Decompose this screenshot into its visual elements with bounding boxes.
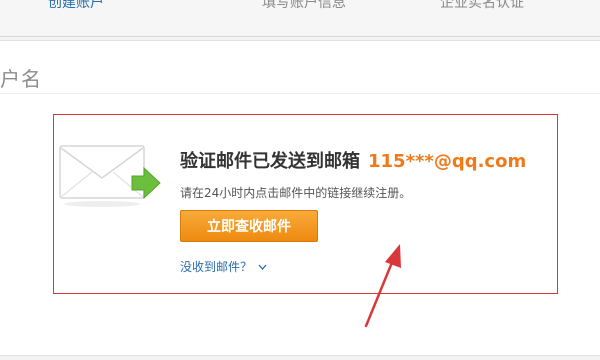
headline-text: 验证邮件已发送到邮箱 <box>180 151 360 172</box>
check-email-button[interactable]: 立即查收邮件 <box>180 210 318 242</box>
email-verification-notice: 验证邮件已发送到邮箱 115***@qq.com 请在24小时内点击邮件中的链接继… <box>53 114 558 294</box>
chevron-down-icon <box>258 264 267 270</box>
notice-headline: 验证邮件已发送到邮箱 115***@qq.com <box>180 147 526 173</box>
registration-step-bar: 创建账户 填写账户信息 企业实名认证 <box>0 0 600 37</box>
not-received-label: 没收到邮件？ <box>180 260 253 274</box>
section-divider <box>0 93 600 94</box>
step-create-account: 创建账户 <box>48 0 104 11</box>
red-annotation-arrow <box>364 244 401 328</box>
envelope-with-green-arrow-icon <box>59 145 161 207</box>
masked-email: 115***@qq.com <box>368 151 527 172</box>
step-enterprise-verification: 企业实名认证 <box>440 0 524 11</box>
step-fill-account-info: 填写账户信息 <box>262 0 346 11</box>
instruction-text: 请在24小时内点击邮件中的链接继续注册。 <box>180 186 412 200</box>
not-received-link[interactable]: 没收到邮件？ <box>180 258 267 275</box>
section-title: 户名 <box>0 67 42 91</box>
registration-card: 户名 验证邮件已发送到邮箱 115***@qq.com 请在24小时内点击邮件中的… <box>0 40 600 356</box>
